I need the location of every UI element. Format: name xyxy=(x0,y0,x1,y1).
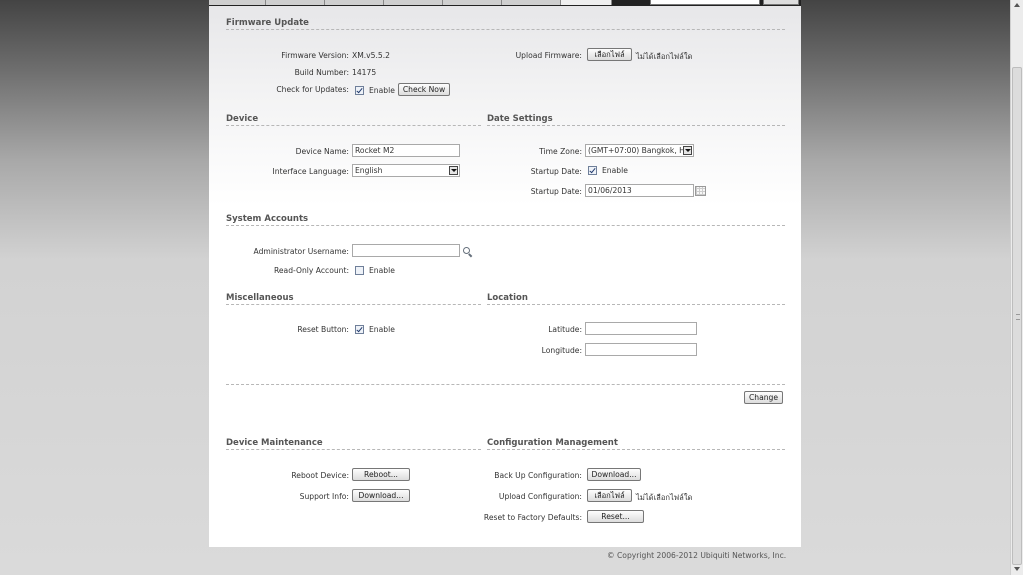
section-divider xyxy=(226,29,785,30)
upload-firmware-label: Upload Firmware: xyxy=(515,51,582,60)
firmware-version-value: XM.v5.5.2 xyxy=(352,51,390,60)
longitude-label: Longitude: xyxy=(541,346,582,355)
backup-configuration-label: Back Up Configuration: xyxy=(494,471,582,480)
vertical-scrollbar[interactable] xyxy=(1010,0,1023,575)
logout-button[interactable] xyxy=(763,0,799,5)
location-section-title: Location xyxy=(487,293,528,303)
firmware-version-label: Firmware Version: xyxy=(281,51,349,60)
change-button[interactable]: Change xyxy=(744,391,783,404)
interface-language-value: English xyxy=(355,166,383,175)
tab-wireless[interactable] xyxy=(325,0,384,5)
check-updates-enable-label: Enable xyxy=(369,86,395,95)
device-section-title: Device xyxy=(226,114,259,124)
latitude-input[interactable] xyxy=(585,322,697,335)
time-zone-select[interactable]: (GMT+07:00) Bangkok, H xyxy=(585,144,694,157)
miscellaneous-section-title: Miscellaneous xyxy=(226,293,294,303)
upload-configuration-choose-file-button[interactable]: เลือกไฟล์ xyxy=(587,489,632,502)
device-name-input[interactable]: Rocket M2 xyxy=(352,144,460,157)
interface-language-label: Interface Language: xyxy=(272,167,349,176)
check-updates-checkbox[interactable] xyxy=(355,86,364,95)
startup-date-label: Startup Date: xyxy=(530,187,582,196)
chevron-down-icon xyxy=(683,146,692,155)
factory-reset-label: Reset to Factory Defaults: xyxy=(483,513,582,522)
time-zone-value: (GMT+07:00) Bangkok, H xyxy=(588,146,685,155)
factory-reset-button[interactable]: Reset... xyxy=(587,510,644,523)
startup-date-checkbox[interactable] xyxy=(588,166,597,175)
read-only-account-enable-text: Enable xyxy=(369,266,395,275)
scrollbar-thumb[interactable] xyxy=(1012,67,1022,565)
tab-network[interactable] xyxy=(384,0,443,5)
upload-configuration-label: Upload Configuration: xyxy=(498,492,582,501)
chevron-down-icon xyxy=(449,166,458,175)
admin-username-input[interactable] xyxy=(352,244,460,257)
support-info-label: Support Info: xyxy=(299,492,349,501)
backup-configuration-download-button[interactable]: Download... xyxy=(587,468,641,481)
configuration-management-section-title: Configuration Management xyxy=(487,438,618,448)
grip-icon xyxy=(1016,314,1020,320)
build-number-label: Build Number: xyxy=(294,68,349,77)
reset-button-checkbox[interactable] xyxy=(355,325,364,334)
upload-configuration-no-file: ไม่ได้เลือกไฟล์ใด xyxy=(636,493,693,502)
section-divider xyxy=(226,225,785,226)
time-zone-label: Time Zone: xyxy=(539,147,582,156)
system-accounts-section-title: System Accounts xyxy=(226,214,309,224)
reset-button-label: Reset Button: xyxy=(297,325,349,334)
device-name-label: Device Name: xyxy=(295,147,349,156)
section-divider xyxy=(487,304,785,305)
longitude-input[interactable] xyxy=(585,343,697,356)
latitude-label: Latitude: xyxy=(548,325,582,334)
calendar-icon[interactable] xyxy=(695,186,706,196)
read-only-account-label: Read-Only Account: xyxy=(273,266,349,275)
support-info-download-button[interactable]: Download... xyxy=(352,489,410,502)
check-updates-label: Check for Updates: xyxy=(276,85,349,94)
tab-system[interactable] xyxy=(561,0,612,5)
section-divider xyxy=(487,125,785,126)
build-number-value: 14175 xyxy=(352,68,377,77)
upload-firmware-choose-file-button[interactable]: เลือกไฟล์ xyxy=(587,48,632,61)
check-now-button[interactable]: Check Now xyxy=(398,83,450,96)
reset-button-enable-text: Enable xyxy=(369,325,395,334)
scroll-down-arrow-icon[interactable] xyxy=(1014,567,1020,571)
admin-username-label: Administrator Username: xyxy=(253,247,349,256)
firmware-section-title: Firmware Update xyxy=(226,18,309,28)
section-divider xyxy=(226,384,785,385)
scroll-up-arrow-icon[interactable] xyxy=(1014,3,1020,7)
read-only-account-checkbox[interactable] xyxy=(355,266,364,275)
reboot-device-label: Reboot Device: xyxy=(291,471,349,480)
tab-services[interactable] xyxy=(502,0,561,5)
upload-firmware-no-file: ไม่ได้เลือกไฟล์ใด xyxy=(636,52,693,61)
section-divider xyxy=(487,449,785,450)
section-divider xyxy=(226,304,481,305)
startup-date-enable-text: Enable xyxy=(602,166,628,175)
section-divider xyxy=(226,125,481,126)
reboot-button[interactable]: Reboot... xyxy=(352,468,410,481)
tab-main[interactable] xyxy=(266,0,325,5)
startup-date-enable-label: Startup Date: xyxy=(530,167,582,176)
tab-advanced[interactable] xyxy=(443,0,502,5)
search-icon[interactable] xyxy=(463,247,473,257)
tools-select[interactable] xyxy=(650,0,760,5)
date-settings-section-title: Date Settings xyxy=(487,114,553,124)
startup-date-input[interactable]: 01/06/2013 xyxy=(585,184,694,197)
copyright-text: © Copyright 2006-2012 Ubiquiti Networks,… xyxy=(607,551,787,560)
tab-ubnt[interactable] xyxy=(209,0,266,5)
device-maintenance-section-title: Device Maintenance xyxy=(226,438,323,448)
section-divider xyxy=(226,449,481,450)
interface-language-select[interactable]: English xyxy=(352,164,460,177)
